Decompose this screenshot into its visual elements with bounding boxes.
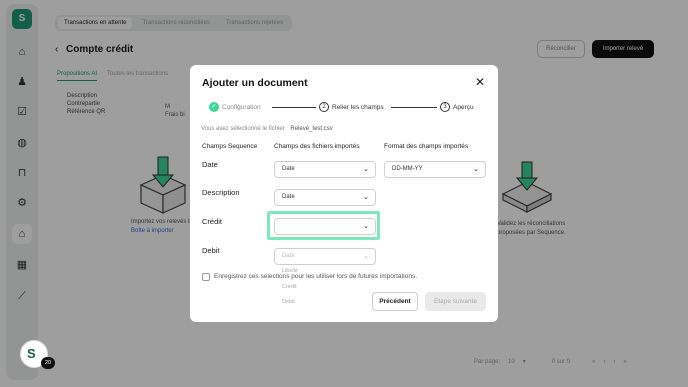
field-label-date: Date	[202, 160, 218, 169]
focus-highlight	[267, 211, 380, 240]
debit-imported-select[interactable]: Date ⌄	[274, 248, 376, 265]
col-header-sequence: Champs Sequence	[202, 143, 258, 150]
step-number: 3	[440, 102, 450, 112]
chevron-down-icon: ⌄	[363, 194, 369, 201]
chevron-down-icon: ⌄	[363, 166, 369, 173]
modal-title: Ajouter un document	[202, 77, 308, 89]
field-label-debit: Debit	[202, 246, 220, 255]
dropdown-option[interactable]: Debit	[282, 299, 295, 305]
chevron-down-icon: ⌄	[363, 253, 369, 260]
step-label: Relier les champs	[332, 103, 384, 111]
col-header-format: Format des champs importés	[384, 143, 469, 150]
close-icon[interactable]: ✕	[475, 75, 485, 89]
file-prefix: Vous avez sélectionné le fichier	[201, 126, 285, 132]
select-value: Date	[282, 253, 295, 259]
add-document-modal: Ajouter un document ✕ ✓ Configuration 2 …	[190, 65, 498, 322]
file-name: Relevé_test.csv	[290, 126, 333, 132]
chat-badge: 20	[41, 357, 55, 369]
date-imported-select[interactable]: Date ⌄	[274, 161, 376, 178]
step-divider	[272, 107, 316, 108]
chat-logo-icon: S	[27, 346, 36, 361]
description-imported-select[interactable]: Date ⌄	[274, 189, 376, 206]
date-format-select[interactable]: DD-MM-YY ⌄	[384, 161, 486, 178]
step-configuration: ✓ Configuration	[209, 102, 261, 112]
col-header-imported: Champs des fichiers importés	[274, 143, 360, 150]
field-label-credit: Crédit	[202, 217, 223, 226]
select-value: DD-MM-YY	[392, 166, 423, 172]
dropdown-option[interactable]: Crédit	[282, 284, 297, 290]
chevron-down-icon: ⌄	[473, 166, 479, 173]
save-selections-checkbox[interactable]	[202, 273, 210, 281]
check-icon: ✓	[209, 102, 219, 112]
selected-file-line: Vous avez sélectionné le fichier Relevé_…	[201, 126, 333, 132]
step-label: Aperçu	[453, 103, 474, 111]
step-label: Configuration	[222, 103, 261, 111]
save-selections-label: Enregistrez ces sélections pour les util…	[214, 273, 418, 280]
step-divider	[391, 107, 437, 108]
step-link-fields: 2 Relier les champs	[319, 102, 384, 112]
select-value: Date	[282, 194, 295, 200]
step-preview: 3 Aperçu	[440, 102, 474, 112]
next-step-button[interactable]: Etape suivante	[425, 292, 486, 311]
previous-button[interactable]: Précédent	[372, 292, 418, 311]
field-label-description: Description	[202, 188, 240, 197]
select-value: Date	[282, 166, 295, 172]
step-number: 2	[319, 102, 329, 112]
